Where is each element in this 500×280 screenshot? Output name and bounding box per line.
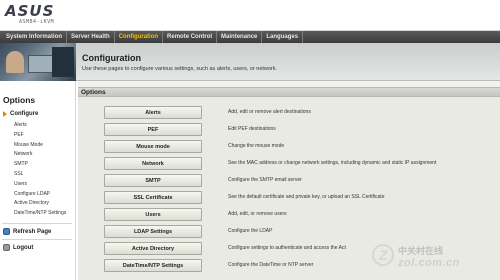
sidebar: Options Configure Alerts PEF Mouse Mode … <box>0 81 76 280</box>
sidebar-item-datetime-ntp[interactable]: DateTime/NTP Settings <box>14 209 66 219</box>
option-description: Configure settings to authenticate and a… <box>228 245 346 251</box>
banner-server <box>52 47 74 77</box>
option-row: Users Add, edit, or remove users <box>78 207 500 224</box>
logo-text: ASUS <box>5 2 55 20</box>
users-button[interactable]: Users <box>104 208 202 221</box>
option-row: SSL Certificate See the default certific… <box>78 190 500 207</box>
sidebar-item-configure-ldap[interactable]: Configure LDAP <box>14 190 66 200</box>
refresh-label: Refresh Page <box>13 228 52 235</box>
option-description: Configure the LDAP <box>228 228 273 234</box>
network-button[interactable]: Network <box>104 157 202 170</box>
page-description: Use these pages to configure various set… <box>82 66 278 72</box>
datetime-ntp-settings-button[interactable]: DateTime/NTP Settings <box>104 259 202 272</box>
asus-logo[interactable]: ASUS ASMB4-iKVM <box>5 4 79 26</box>
option-description: Add, edit, or remove users <box>228 211 287 217</box>
logout-icon <box>3 244 10 251</box>
zol-logo-icon: Z <box>372 244 394 266</box>
sidebar-item-network[interactable]: Network <box>14 150 66 160</box>
option-row: LDAP Settings Configure the LDAP <box>78 224 500 241</box>
logout-button[interactable]: Logout <box>3 244 33 251</box>
watermark-url: zol.com.cn <box>398 257 460 269</box>
sidebar-section-label: Configure <box>10 111 39 117</box>
option-row: Alerts Add, edit or remove alert destina… <box>78 105 500 122</box>
option-description: Configure the SMTP email server <box>228 177 302 183</box>
tab-maintenance[interactable]: Maintenance <box>217 31 263 43</box>
banner-photo <box>0 43 76 81</box>
option-description: Add, edit or remove alert destinations <box>228 109 311 115</box>
zol-watermark: Z 中关村在线 zol.com.cn <box>372 244 496 274</box>
option-row: Network See the MAC address or change ne… <box>78 156 500 173</box>
logo-subtitle: ASMB4-iKVM <box>19 19 55 25</box>
refresh-icon <box>3 228 10 235</box>
option-row: Mouse mode Change the mouse mode <box>78 139 500 156</box>
arrow-right-icon <box>3 111 7 117</box>
options-header: Options <box>78 87 500 97</box>
watermark-chinese-text: 中关村在线 <box>398 246 444 256</box>
sidebar-section-configure[interactable]: Configure <box>3 111 38 117</box>
sidebar-item-alerts[interactable]: Alerts <box>14 121 66 131</box>
alerts-button[interactable]: Alerts <box>104 106 202 119</box>
option-description: Edit PEF destinations <box>228 126 276 132</box>
tab-languages[interactable]: Languages <box>262 31 304 43</box>
sidebar-item-mouse-mode[interactable]: Mouse Mode <box>14 141 66 151</box>
sidebar-item-smtp[interactable]: SMTP <box>14 160 66 170</box>
pef-button[interactable]: PEF <box>104 123 202 136</box>
sidebar-item-ssl[interactable]: SSL <box>14 170 66 180</box>
sidebar-item-pef[interactable]: PEF <box>14 131 66 141</box>
option-description: Change the mouse mode <box>228 143 285 149</box>
sidebar-item-users[interactable]: Users <box>14 180 66 190</box>
page-banner: Configuration Use these pages to configu… <box>0 43 500 81</box>
sidebar-list: Alerts PEF Mouse Mode Network SMTP SSL U… <box>14 121 66 219</box>
option-description: Configure the DateTime or NTP server <box>228 262 314 268</box>
sidebar-divider <box>2 239 72 240</box>
tab-system-information[interactable]: System Information <box>2 31 68 43</box>
options-title: Options <box>81 89 106 96</box>
mouse-mode-button[interactable]: Mouse mode <box>104 140 202 153</box>
sidebar-heading: Options <box>3 95 36 105</box>
tab-configuration[interactable]: Configuration <box>115 31 164 43</box>
page-title: Configuration <box>82 53 141 63</box>
logout-label: Logout <box>13 244 34 251</box>
option-row: SMTP Configure the SMTP email server <box>78 173 500 190</box>
top-navigation: System Information Server Health Configu… <box>0 31 500 43</box>
sidebar-item-active-directory[interactable]: Active Directory <box>14 199 66 209</box>
sidebar-divider <box>2 223 72 224</box>
header: ASUS ASMB4-iKVM <box>0 0 500 31</box>
tab-server-health[interactable]: Server Health <box>67 31 115 43</box>
option-row: PEF Edit PEF destinations <box>78 122 500 139</box>
ldap-settings-button[interactable]: LDAP Settings <box>104 225 202 238</box>
active-directory-button[interactable]: Active Directory <box>104 242 202 255</box>
option-description: See the MAC address or change network se… <box>228 160 437 166</box>
tab-remote-control[interactable]: Remote Control <box>163 31 218 43</box>
ssl-certificate-button[interactable]: SSL Certificate <box>104 191 202 204</box>
banner-figure <box>6 51 24 73</box>
refresh-page-button[interactable]: Refresh Page <box>3 228 51 235</box>
option-description: See the default certificate and private … <box>228 194 385 200</box>
smtp-button[interactable]: SMTP <box>104 174 202 187</box>
